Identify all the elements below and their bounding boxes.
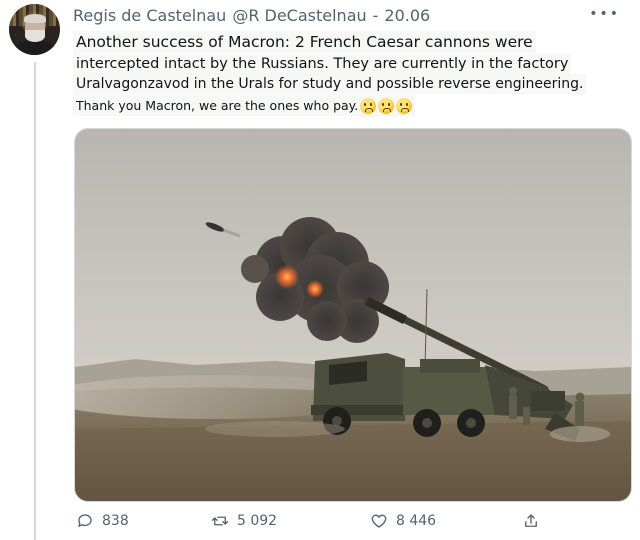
thread-line	[34, 62, 36, 540]
share-icon	[525, 514, 537, 527]
tweet-text-line-2: intercepted intact by the Russians. They…	[73, 54, 572, 74]
retweet-icon	[211, 516, 229, 526]
tweet-text-line-1: Another success of Macron: 2 French Caes…	[73, 31, 536, 53]
worried-face-emoji	[396, 97, 413, 114]
worried-face-emoji	[378, 97, 395, 114]
author-handle[interactable]: @R DeCastelnau	[232, 6, 366, 25]
worried-face-emoji	[360, 97, 377, 114]
tweet-actions: 838 5 092 8 446	[70, 512, 630, 536]
tweet-text-line-3: Uralvagonzavod in the Urals for study an…	[73, 74, 587, 94]
tweet-text-line-4: Thank you Macron, we are the ones who pa…	[73, 95, 416, 116]
tweet-header: Regis de Castelnau @R DeCastelnau - 20.0…	[73, 4, 430, 26]
avatar[interactable]	[9, 4, 60, 55]
author-name[interactable]: Regis de Castelnau	[73, 6, 226, 25]
like-button[interactable]: 8 446	[370, 512, 436, 530]
reply-icon	[78, 514, 92, 527]
retweet-button[interactable]: 5 092	[211, 512, 277, 530]
header-separator: -	[372, 5, 379, 25]
tweet-text-line-4-text: Thank you Macron, we are the ones who pa…	[76, 98, 359, 113]
tweet-date[interactable]: 20.06	[384, 6, 430, 25]
retweet-count: 5 092	[237, 513, 278, 529]
tweet-photo[interactable]	[74, 128, 632, 502]
heart-icon	[371, 514, 387, 528]
share-button[interactable]	[522, 512, 540, 530]
tweet-card[interactable]: Regis de Castelnau @R DeCastelnau - 20.0…	[0, 0, 640, 540]
reply-button[interactable]: 838	[76, 512, 129, 530]
like-count: 8 446	[396, 513, 437, 529]
more-horizontal-icon[interactable]: •••	[589, 6, 620, 22]
reply-count: 838	[102, 513, 129, 529]
